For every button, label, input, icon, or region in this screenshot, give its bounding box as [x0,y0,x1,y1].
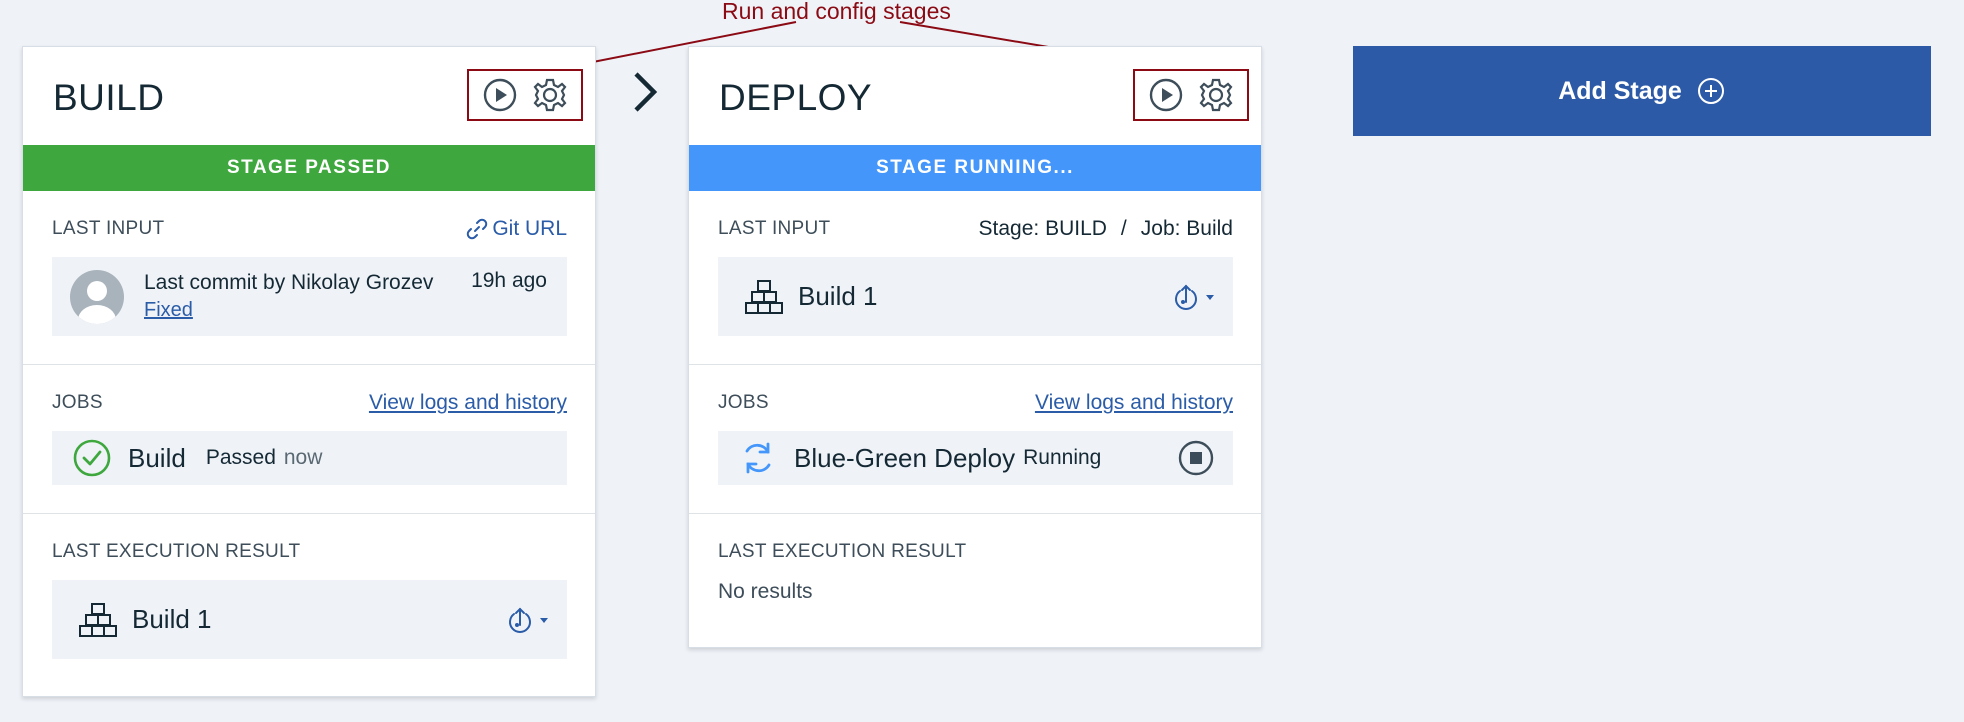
build-artifact-icon [745,279,783,314]
input-build-tile: Build 1 [718,257,1233,336]
link-icon [467,218,488,240]
build-stage-card: BUILD STAGE PASSED LAST INPUT Git URL La… [22,46,596,697]
view-logs-link[interactable]: View logs and history [1035,391,1233,415]
build-stage-header: BUILD [23,47,595,145]
no-results-text: No results [718,580,813,603]
view-logs-link[interactable]: View logs and history [369,391,567,415]
stop-icon[interactable] [1177,439,1215,477]
last-execution-result-label: LAST EXECUTION RESULT [52,541,301,562]
commit-author-text: Last commit by Nikolay Grozev [144,271,434,294]
configure-stage-button[interactable] [530,75,570,115]
chevron-right-icon [634,72,658,112]
deploy-stage-title: DEPLOY [719,77,873,118]
git-url-label: Git URL [492,217,567,240]
job-status: Passed [205,446,276,469]
deploy-stage-card: DEPLOY STAGE RUNNING... LAST INPUT Stage… [688,46,1262,648]
job-row[interactable]: Build Passed now [52,431,567,485]
commit-time: 19h ago [471,269,547,292]
git-url-link[interactable]: Git URL [466,217,567,241]
avatar [70,269,124,324]
refresh-icon [745,442,771,474]
deploy-last-result-section: LAST EXECUTION RESULT No results [689,532,1261,604]
job-name: Blue-Green Deploy [794,442,1016,473]
gear-icon [533,78,567,112]
input-separator: / [1120,217,1127,240]
add-stage-button[interactable]: Add Stage [1353,46,1931,136]
run-stage-button[interactable] [1146,75,1186,115]
divider [23,364,595,365]
stage-status-passed: STAGE PASSED [23,145,595,191]
last-input-label: LAST INPUT [52,218,165,239]
last-commit-tile: Last commit by Nikolay Grozev Fixed 19h … [52,257,567,336]
build-name: Build 1 [132,604,212,634]
stage-status-running: STAGE RUNNING... [689,145,1261,191]
jobs-label: JOBS [52,392,103,413]
configure-stage-button[interactable] [1196,75,1236,115]
build-artifact-icon [79,602,117,637]
build-name: Build 1 [798,281,878,311]
run-stage-button[interactable] [480,75,520,115]
build-jobs-section: JOBS View logs and history Build Passed … [23,383,595,485]
last-execution-result-label: LAST EXECUTION RESULT [718,541,967,562]
build-last-input-section: LAST INPUT Git URL Last commit by Nikola… [23,209,595,336]
check-circle-icon [73,439,111,477]
job-time: now [283,446,323,469]
play-icon [1149,78,1183,112]
deploy-icon [509,607,531,633]
plus-circle-icon [1697,78,1724,104]
input-job-text: Job: Build [1140,217,1233,240]
divider [689,513,1261,514]
divider [23,513,595,514]
deploy-stage-header: DEPLOY [689,47,1261,145]
build-last-result-section: LAST EXECUTION RESULT Build 1 [23,532,595,659]
build-stage-title: BUILD [53,77,165,118]
caret-down-icon [540,617,548,623]
deploy-last-input-section: LAST INPUT Stage: BUILD / Job: Build Build… [689,209,1261,336]
build-result-tile: Build 1 [52,580,567,659]
job-row[interactable]: Blue-Green Deploy Running [718,431,1233,485]
caret-down-icon [1206,294,1214,300]
job-name: Build [128,442,186,473]
annotation-label: Run and config stages [722,0,951,24]
jobs-label: JOBS [718,392,769,413]
deploy-icon [1175,284,1197,310]
deploy-jobs-section: JOBS View logs and history Blue-Green De… [689,383,1261,485]
build-stage-actions [467,69,583,121]
add-stage-label: Add Stage [1558,76,1682,105]
last-input-label: LAST INPUT [718,218,831,239]
deploy-stage-actions [1133,69,1249,121]
deploy-menu-button[interactable] [505,605,549,635]
job-status: Running [1023,446,1102,469]
divider [689,364,1261,365]
input-stage-text: Stage: BUILD [978,217,1107,240]
user-icon [78,280,116,324]
play-icon [483,78,517,112]
gear-icon [1199,78,1233,112]
deploy-menu-button[interactable] [1171,282,1215,312]
input-source: Stage: BUILD / Job: Build [979,217,1233,241]
commit-message-link[interactable]: Fixed [144,299,433,322]
